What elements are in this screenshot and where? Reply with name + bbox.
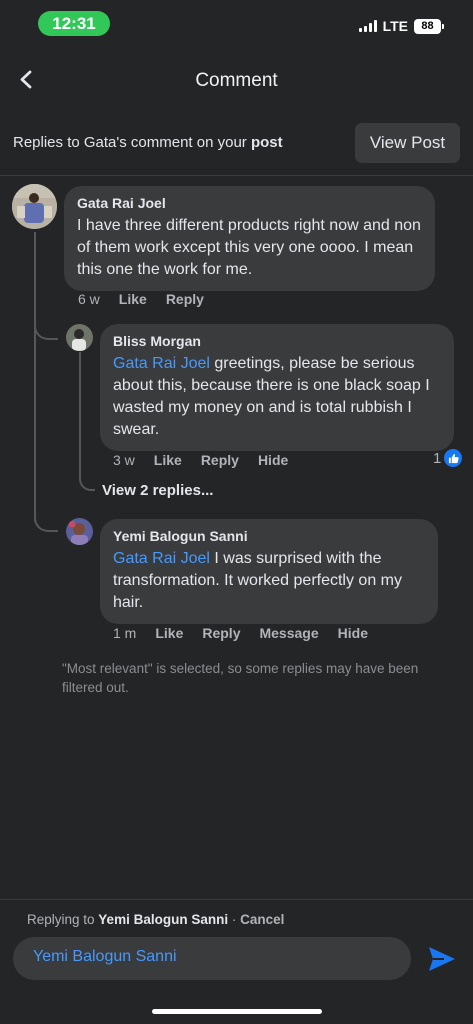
thread-line-main: [34, 232, 36, 522]
replies-context-text: Replies to Gata's comment on your post: [13, 134, 283, 151]
comment-time: 1 m: [113, 625, 137, 641]
comment-meta-yemi: 1 m Like Reply Message Hide: [113, 625, 387, 641]
view-replies-link[interactable]: View 2 replies...: [102, 482, 213, 499]
reply-input[interactable]: Yemi Balogun Sanni: [13, 937, 411, 980]
replying-separator: ·: [228, 912, 241, 927]
avatar-bliss-photo: [66, 324, 93, 351]
mention-link[interactable]: Gata Rai Joel: [113, 355, 210, 372]
hide-button[interactable]: Hide: [258, 452, 288, 468]
reply-button[interactable]: Reply: [166, 291, 204, 307]
replying-prefix: Replying to: [27, 912, 99, 927]
comment-meta-bliss: 3 w Like Reply Hide: [113, 452, 307, 468]
comment-bubble-bliss[interactable]: Bliss Morgan Gata Rai Joel greetings, pl…: [100, 324, 454, 451]
signal-icon: [358, 20, 377, 32]
reaction-count-value: 1: [433, 449, 442, 467]
replies-context-prefix: Replies to Gata's comment on your: [13, 134, 251, 151]
view-post-button[interactable]: View Post: [355, 123, 460, 163]
send-button[interactable]: [428, 946, 456, 972]
comment-author[interactable]: Bliss Morgan: [113, 333, 441, 349]
replying-name: Yemi Balogun Sanni: [98, 912, 229, 927]
reply-composer: Replying to Yemi Balogun Sanni · Cancel …: [0, 899, 473, 1024]
reaction-count[interactable]: 1: [433, 449, 463, 467]
page-title: Comment: [195, 70, 278, 91]
avatar-gata[interactable]: [12, 184, 57, 229]
comment-author[interactable]: Gata Rai Joel: [77, 195, 422, 211]
comment-text: Gata Rai Joel I was surprised with the t…: [113, 548, 425, 614]
home-indicator: [152, 1009, 322, 1014]
comment-bubble-gata[interactable]: Gata Rai Joel I have three different pro…: [64, 186, 435, 291]
status-bar: 12:31 LTE 88: [0, 0, 473, 50]
status-time: 12:31: [38, 11, 110, 36]
send-icon: [429, 947, 455, 971]
thread-connector-nested: [79, 466, 95, 491]
message-button[interactable]: Message: [259, 625, 318, 641]
reply-button[interactable]: Reply: [202, 625, 240, 641]
hide-button[interactable]: Hide: [338, 625, 368, 641]
replies-context-bar: Replies to Gata's comment on your post V…: [0, 120, 473, 176]
comment-text: Gata Rai Joel greetings, please be serio…: [113, 353, 441, 441]
header: Comment: [0, 52, 473, 110]
comment-text: I have three different products right no…: [77, 217, 421, 278]
like-button[interactable]: Like: [154, 452, 182, 468]
reply-input-value[interactable]: Yemi Balogun Sanni: [33, 948, 177, 966]
thumbs-up-icon: [444, 449, 463, 467]
thread-connector-1: [34, 320, 58, 340]
comment-author[interactable]: Yemi Balogun Sanni: [113, 528, 425, 544]
cancel-reply-button[interactable]: Cancel: [240, 912, 284, 927]
reply-button[interactable]: Reply: [201, 452, 239, 468]
like-button[interactable]: Like: [119, 291, 147, 307]
mention-link[interactable]: Gata Rai Joel: [113, 550, 210, 567]
comment-meta-gata: 6 w Like Reply: [78, 291, 223, 307]
comment-time: 3 w: [113, 452, 135, 468]
avatar-yemi[interactable]: [66, 518, 93, 545]
comment-bubble-yemi[interactable]: Yemi Balogun Sanni Gata Rai Joel I was s…: [100, 519, 438, 624]
status-icons: LTE 88: [358, 17, 444, 35]
replies-context-post: post: [250, 134, 283, 151]
comment-time: 6 w: [78, 291, 100, 307]
battery-icon: 88: [414, 18, 444, 34]
filter-notice: "Most relevant" is selected, so some rep…: [62, 661, 419, 695]
like-button[interactable]: Like: [155, 625, 183, 641]
avatar-yemi-photo: [66, 518, 93, 545]
thread-connector-2: [34, 510, 58, 532]
network-label: LTE: [382, 18, 408, 34]
thread-line-nested: [79, 352, 81, 472]
avatar-bliss[interactable]: [66, 324, 93, 351]
avatar-gata-photo: [12, 184, 57, 229]
replying-to-label: Replying to Yemi Balogun Sanni · Cancel: [27, 912, 284, 927]
